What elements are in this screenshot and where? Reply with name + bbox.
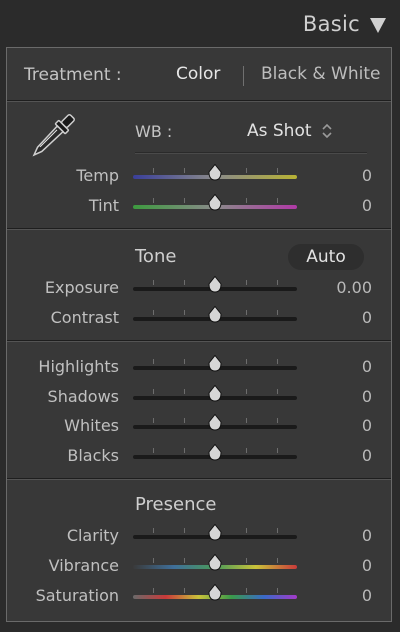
eyedropper-icon[interactable] — [23, 110, 79, 166]
tone-section: Tone Auto Exposure 0.00 Contrast 0 — [7, 230, 391, 340]
up-down-arrows-icon[interactable] — [321, 123, 333, 139]
shadows-label: Shadows — [47, 386, 119, 406]
panel-footer — [0, 622, 400, 632]
treatment-section: Treatment : Color Black & White — [7, 48, 391, 100]
wb-label: WB : — [135, 122, 173, 141]
exposure-label: Exposure — [44, 278, 119, 297]
vibrance-value[interactable]: 0 — [312, 556, 372, 575]
saturation-slider-thumb[interactable] — [208, 584, 222, 601]
blacks-value[interactable]: 0 — [312, 446, 372, 465]
vibrance-slider-thumb[interactable] — [208, 554, 222, 571]
exposure-value[interactable]: 0.00 — [312, 278, 372, 297]
whites-label: Whites — [64, 416, 119, 435]
triangle-down-icon[interactable] — [370, 17, 386, 33]
whites-slider-thumb[interactable] — [208, 414, 222, 431]
tint-label: Tint — [88, 196, 119, 215]
treatment-color-option[interactable]: Color — [176, 64, 220, 84]
vibrance-label: Vibrance — [48, 556, 119, 575]
wb-divider — [135, 152, 367, 154]
temp-value[interactable]: 0 — [312, 166, 372, 185]
tonal-section: Highlights 0 Shadows 0 Whites 0 Blacks 0 — [7, 342, 391, 478]
clarity-value[interactable]: 0 — [312, 526, 372, 545]
saturation-value[interactable]: 0 — [312, 586, 372, 605]
basic-panel: Treatment : Color Black & White WB : As … — [6, 47, 392, 622]
blacks-slider-thumb[interactable] — [208, 443, 222, 461]
tone-title: Tone — [135, 246, 177, 267]
contrast-slider-thumb[interactable] — [208, 306, 222, 323]
panel-header[interactable]: Basic — [0, 0, 400, 48]
saturation-label: Saturation — [35, 586, 119, 605]
white-balance-section: WB : As Shot Temp 0 Tint 0 — [7, 102, 391, 228]
treatment-divider — [243, 66, 244, 86]
treatment-bw-option[interactable]: Black & White — [261, 64, 381, 84]
contrast-label: Contrast — [50, 308, 119, 327]
presence-section: Presence Clarity 0 Vibrance 0 Saturation 0 — [7, 480, 391, 623]
presence-title: Presence — [135, 494, 217, 515]
shadows-value[interactable]: 0 — [312, 387, 372, 406]
tint-slider-thumb[interactable] — [208, 194, 222, 211]
treatment-label: Treatment : — [24, 65, 122, 85]
highlights-slider-thumb[interactable] — [208, 355, 222, 372]
shadows-slider-thumb[interactable] — [208, 384, 222, 402]
wb-select[interactable]: As Shot — [247, 121, 312, 141]
highlights-label: Highlights — [38, 357, 119, 376]
highlights-value[interactable]: 0 — [312, 357, 372, 376]
panel-title: Basic — [302, 12, 360, 36]
temp-label: Temp — [76, 166, 119, 185]
auto-tone-button[interactable]: Auto — [288, 244, 364, 270]
contrast-value[interactable]: 0 — [312, 308, 372, 327]
tint-value[interactable]: 0 — [312, 196, 372, 215]
clarity-label: Clarity — [66, 526, 119, 545]
blacks-label: Blacks — [67, 445, 119, 465]
whites-value[interactable]: 0 — [312, 416, 372, 435]
exposure-slider-thumb[interactable] — [208, 276, 222, 293]
temp-slider-thumb[interactable] — [208, 164, 222, 181]
clarity-slider-thumb[interactable] — [208, 524, 222, 541]
